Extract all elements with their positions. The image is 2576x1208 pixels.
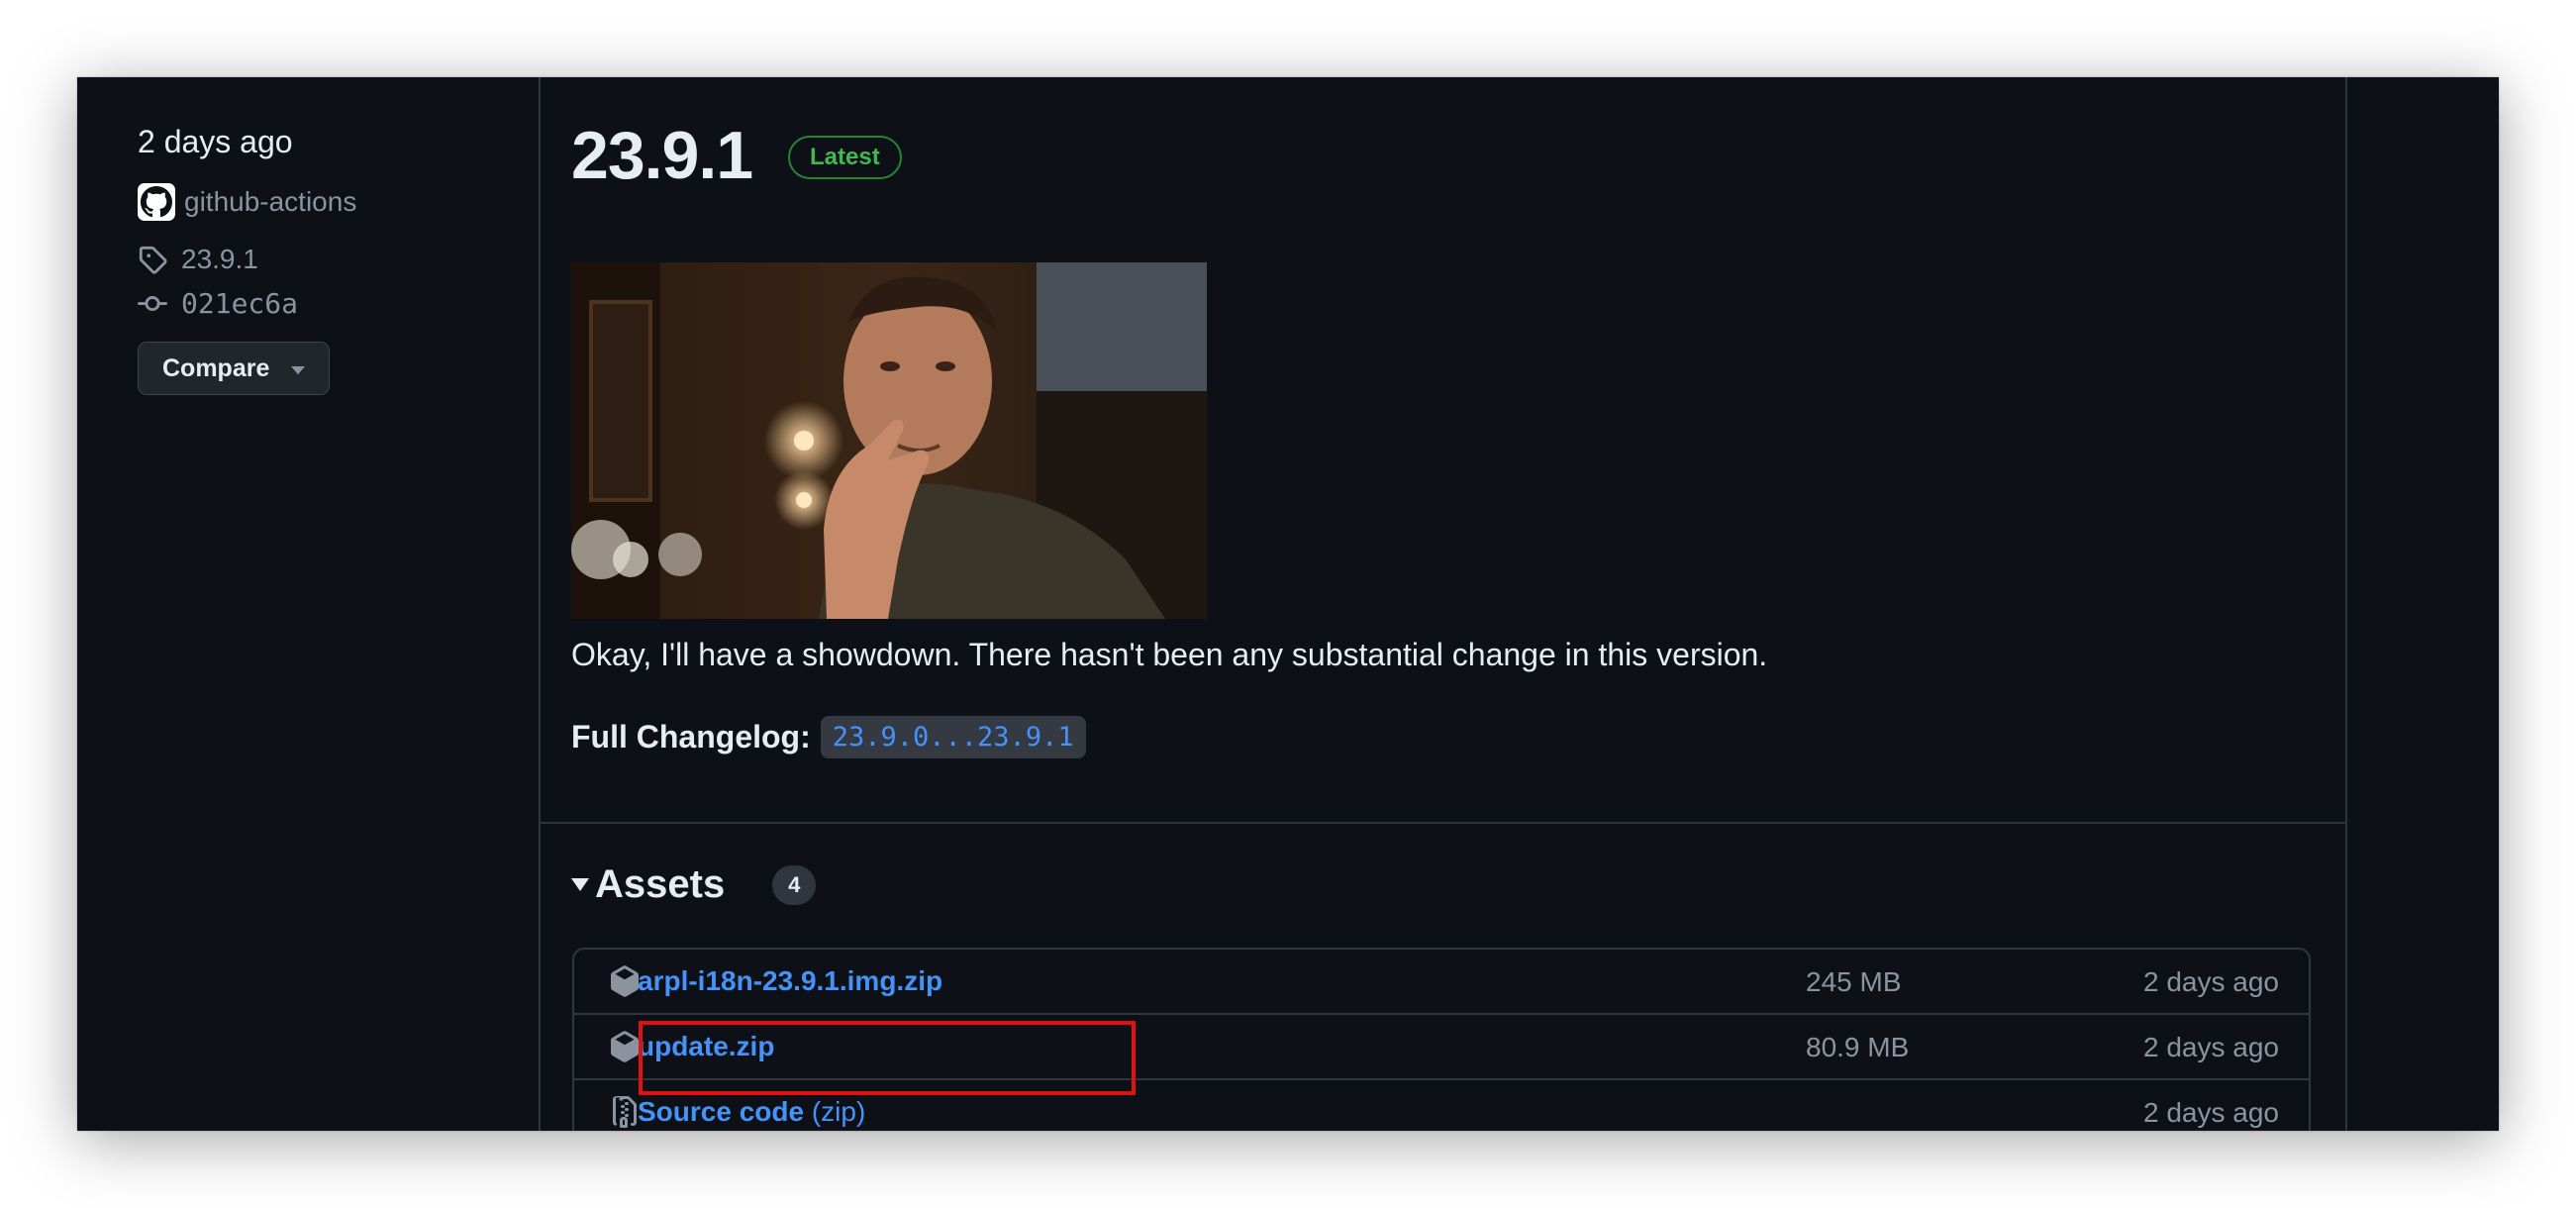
tag-icon [139, 246, 167, 274]
changelog-label: Full Changelog: [571, 719, 811, 755]
release-author[interactable]: github-actions [138, 183, 356, 221]
release-description: Okay, I'll have a showdown. There hasn't… [571, 637, 1768, 672]
asset-date: 2 days ago [2143, 1097, 2279, 1128]
asset-date: 2 days ago [2143, 966, 2279, 997]
asset-date: 2 days ago [2143, 1032, 2279, 1062]
asset-size: 80.9 MB [1806, 1032, 1910, 1062]
package-icon [611, 1031, 639, 1062]
asset-row: arpl-i18n-23.9.1.img.zip 245 MB 2 days a… [574, 950, 2309, 1015]
github-logo-icon [138, 183, 175, 221]
release-tag[interactable]: 23.9.1 [138, 244, 258, 275]
author-name: github-actions [184, 186, 357, 217]
asset-name-suffix[interactable]: (zip) [812, 1096, 865, 1127]
divider [539, 822, 2345, 824]
assets-count-badge: 4 [772, 864, 817, 905]
package-icon [611, 965, 639, 997]
git-commit-icon [138, 295, 167, 311]
asset-name-text[interactable]: Source code [638, 1096, 804, 1127]
compare-button[interactable]: Compare [138, 342, 330, 395]
release-date: 2 days ago [138, 124, 293, 159]
asset-name[interactable]: arpl-i18n-23.9.1.img.zip [638, 965, 942, 997]
release-commit[interactable]: 021ec6a [138, 287, 298, 320]
latest-badge: Latest [788, 136, 902, 179]
full-changelog: Full Changelog: 23.9.0...23.9.1 [571, 716, 1086, 758]
assets-toggle[interactable]: Assets 4 [571, 862, 817, 907]
release-page: 2 days ago github-actions 23.9.1 021ec6a… [77, 77, 2499, 1131]
highlight-box [639, 1021, 1136, 1095]
release-title[interactable]: 23.9.1 [571, 117, 753, 194]
asset-name-text[interactable]: arpl-i18n-23.9.1.img.zip [638, 965, 942, 996]
changelog-link[interactable]: 23.9.0...23.9.1 [820, 716, 1086, 758]
caret-down-icon [571, 878, 589, 891]
commit-hash: 021ec6a [181, 287, 299, 320]
compare-label: Compare [162, 353, 270, 382]
asset-size: 245 MB [1806, 966, 1902, 997]
asset-name[interactable]: Source code (zip) [638, 1096, 865, 1128]
release-gif-image [571, 262, 1207, 619]
chevron-down-icon [291, 366, 305, 374]
tag-label: 23.9.1 [181, 244, 258, 274]
file-zip-icon [613, 1096, 637, 1128]
assets-title: Assets [595, 862, 726, 906]
